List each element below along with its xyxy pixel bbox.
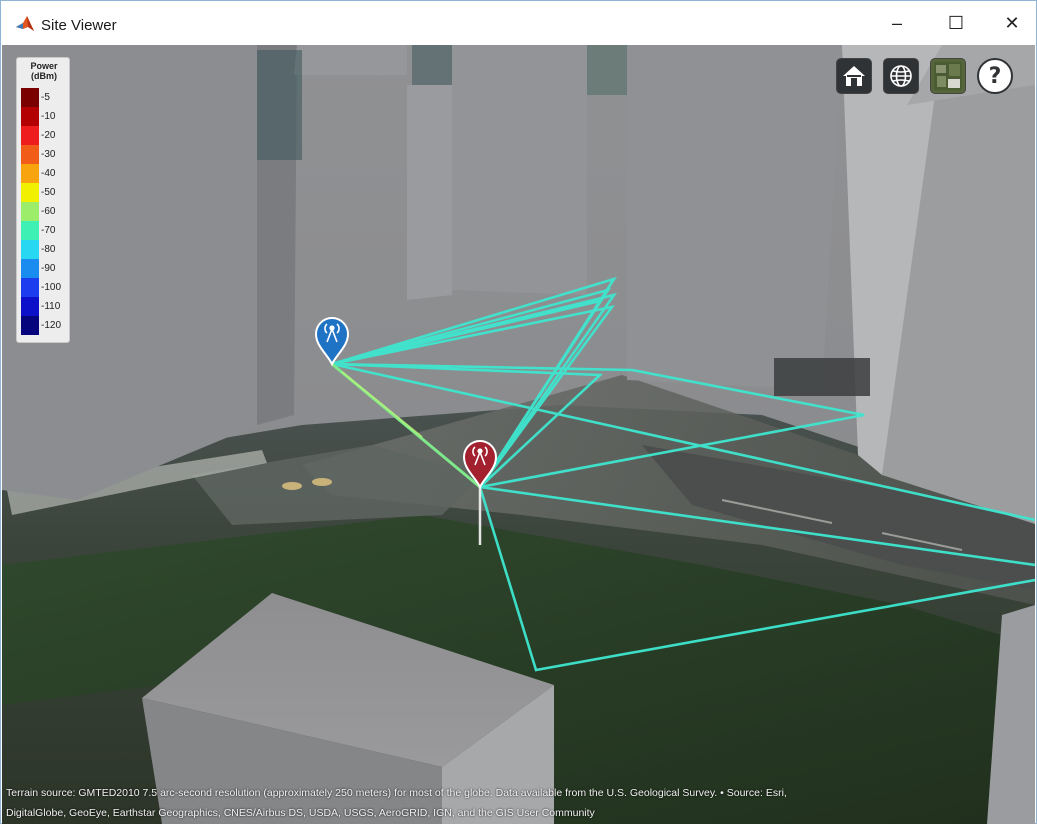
legend-entry: -100 xyxy=(21,278,69,297)
legend-swatch xyxy=(21,240,39,259)
legend-label: -30 xyxy=(41,149,56,160)
legend-swatch xyxy=(21,316,39,335)
legend-swatch xyxy=(21,221,39,240)
credits-line-2: DigitalGlobe, GeoEye, Earthstar Geograph… xyxy=(6,807,595,819)
legend-label: -70 xyxy=(41,225,56,236)
site-viewer-window: Site Viewer – ☐ ✕ Power (dBm) -5 -10 -20… xyxy=(0,0,1037,824)
minimize-button[interactable]: – xyxy=(874,1,920,45)
help-button[interactable]: ? xyxy=(977,58,1013,94)
building-window-strip xyxy=(257,50,302,160)
credits-line-1: Terrain source: GMTED2010 7.5 arc-second… xyxy=(6,787,787,799)
legend-entry: -30 xyxy=(21,145,69,164)
basemap-icon xyxy=(934,62,962,90)
minimize-icon: – xyxy=(891,12,902,33)
home-icon xyxy=(843,66,865,86)
legend-label: -10 xyxy=(41,111,56,122)
legend-label: -50 xyxy=(41,187,56,198)
building-window-strip xyxy=(587,45,627,95)
legend-title-line2: (dBm) xyxy=(31,71,57,81)
close-button[interactable]: ✕ xyxy=(989,1,1035,45)
legend-entry: -20 xyxy=(21,126,69,145)
legend-entry: -110 xyxy=(21,297,69,316)
legend-label: -60 xyxy=(41,206,56,217)
matlab-logo-icon xyxy=(16,16,34,31)
overpass xyxy=(774,358,870,396)
legend-entry: -60 xyxy=(21,202,69,221)
home-button[interactable] xyxy=(836,58,872,94)
basemap-picker-button[interactable] xyxy=(930,58,966,94)
title-bar: Site Viewer – ☐ ✕ xyxy=(1,1,1036,45)
legend-swatch xyxy=(21,126,39,145)
globe-button[interactable] xyxy=(883,58,919,94)
legend-label: -120 xyxy=(41,320,62,331)
legend-title-line1: Power xyxy=(30,61,58,71)
legend-swatch xyxy=(21,145,39,164)
legend-swatch xyxy=(21,202,39,221)
legend-entry: -70 xyxy=(21,221,69,240)
legend-swatch xyxy=(21,297,39,316)
legend-label: -40 xyxy=(41,168,56,179)
building-center-right xyxy=(627,45,842,390)
maximize-icon: ☐ xyxy=(947,12,965,33)
3d-scene[interactable] xyxy=(2,45,1035,824)
close-icon: ✕ xyxy=(1004,12,1020,33)
building-center xyxy=(452,45,587,295)
legend-label: -5 xyxy=(41,92,50,103)
help-icon: ? xyxy=(988,63,1002,89)
legend-label: -20 xyxy=(41,130,56,141)
globe-icon xyxy=(890,65,912,87)
map-viewport[interactable]: Power (dBm) -5 -10 -20 -30 -40 -50 -60 -… xyxy=(2,45,1035,824)
building-window-strip xyxy=(412,45,452,85)
legend-label: -80 xyxy=(41,244,56,255)
legend-label: -90 xyxy=(41,263,56,274)
building-center-mid xyxy=(407,85,452,300)
legend-entry: -120 xyxy=(21,316,69,335)
legend-label: -110 xyxy=(41,301,61,312)
legend-entry: -90 xyxy=(21,259,69,278)
legend-swatch xyxy=(21,107,39,126)
legend-entry: -40 xyxy=(21,164,69,183)
maximize-button[interactable]: ☐ xyxy=(933,1,979,45)
attribution-credits: Terrain source: GMTED2010 7.5 arc-second… xyxy=(6,783,1006,823)
legend-entry: -80 xyxy=(21,240,69,259)
window-title: Site Viewer xyxy=(41,17,117,34)
legend-swatch xyxy=(21,183,39,202)
ground-feature xyxy=(312,478,332,486)
legend-swatch xyxy=(21,259,39,278)
legend-title: Power (dBm) xyxy=(17,61,71,81)
power-legend: Power (dBm) -5 -10 -20 -30 -40 -50 -60 -… xyxy=(16,57,70,343)
legend-swatch xyxy=(21,164,39,183)
legend-entry: -5 xyxy=(21,88,69,107)
ground-feature xyxy=(282,482,302,490)
building-center-left xyxy=(294,45,407,75)
legend-label: -100 xyxy=(41,282,62,293)
legend-swatch xyxy=(21,88,39,107)
legend-swatch xyxy=(21,278,39,297)
legend-entry: -10 xyxy=(21,107,69,126)
legend-entry: -50 xyxy=(21,183,69,202)
